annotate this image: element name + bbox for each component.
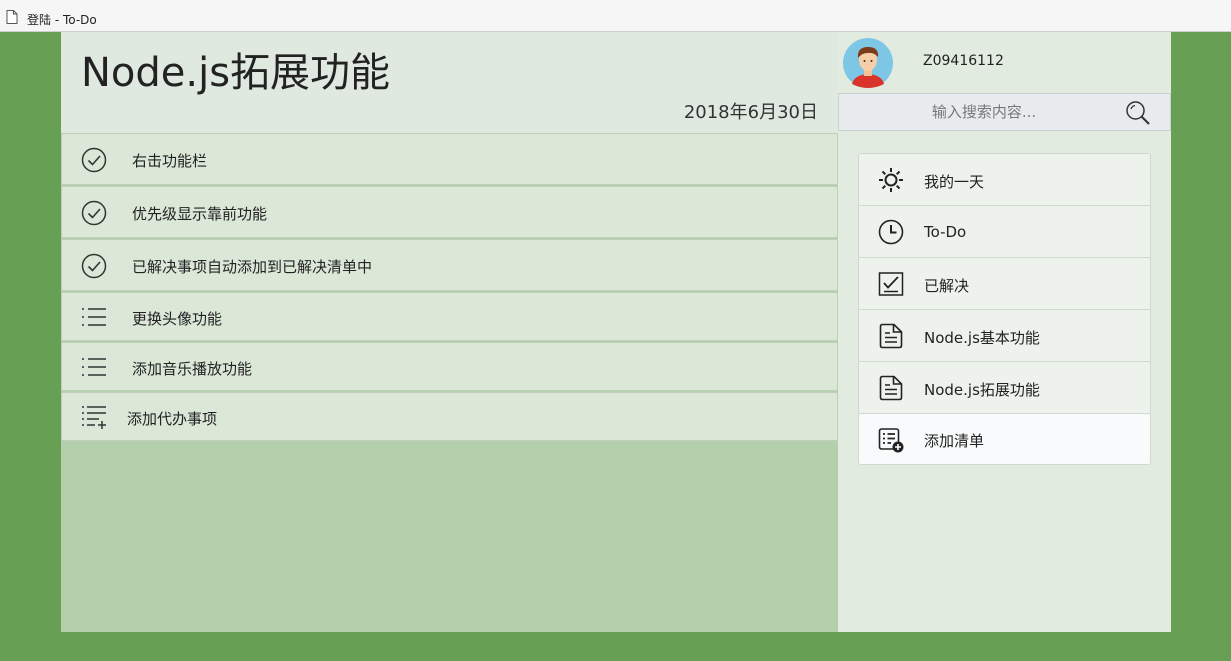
sidebar-item-todo[interactable]: To-Do xyxy=(859,206,1150,258)
task-item[interactable]: 右击功能栏 xyxy=(61,133,838,185)
add-task-label: 添加代办事项 xyxy=(127,410,218,428)
search-icon[interactable] xyxy=(1125,100,1151,126)
list-date: 2018年6月30日 xyxy=(683,102,818,123)
task-item[interactable]: 已解决事项自动添加到已解决清单中 xyxy=(61,239,838,291)
task-label: 优先级显示靠前功能 xyxy=(132,205,268,223)
list-icon xyxy=(82,358,106,376)
task-label: 更换头像功能 xyxy=(132,310,223,328)
sidebar-nav: 我的一天 To-Do 已解决 Node.js基本功能 Node.js拓展功能 xyxy=(858,153,1151,415)
sidebar: Z09416112 我的一天 xyxy=(838,32,1171,632)
task-item[interactable]: 优先级显示靠前功能 xyxy=(61,186,838,238)
sidebar-item-nodejs-basic[interactable]: Node.js基本功能 xyxy=(859,310,1150,362)
task-list: 右击功能栏 优先级显示靠前功能 已解决事项自动添加到已解决清单中 更换头像功能 … xyxy=(61,133,838,442)
sidebar-item-label: 我的一天 xyxy=(924,173,985,191)
task-label: 已解决事项自动添加到已解决清单中 xyxy=(132,258,373,276)
app: Node.js拓展功能 2018年6月30日 右击功能栏 优先级显示靠前功能 已… xyxy=(61,32,1171,632)
main-panel: Node.js拓展功能 2018年6月30日 右击功能栏 优先级显示靠前功能 已… xyxy=(61,32,838,632)
check-circle-icon[interactable] xyxy=(81,200,107,226)
clock-icon xyxy=(878,219,904,245)
sidebar-item-nodejs-extended[interactable]: Node.js拓展功能 xyxy=(859,362,1150,414)
list-icon xyxy=(82,308,106,326)
document-icon xyxy=(6,10,18,24)
add-list-icon xyxy=(878,428,904,453)
sidebar-item-resolved[interactable]: 已解决 xyxy=(859,258,1150,310)
add-list-label: 添加清单 xyxy=(924,432,985,450)
add-list-icon xyxy=(82,406,106,429)
document-icon xyxy=(879,323,903,349)
add-list-button[interactable]: 添加清单 xyxy=(858,413,1151,465)
sidebar-item-label: 已解决 xyxy=(924,277,970,295)
sidebar-item-my-day[interactable]: 我的一天 xyxy=(859,154,1150,206)
sidebar-item-label: To-Do xyxy=(924,223,967,241)
sun-icon xyxy=(879,168,903,192)
list-header: Node.js拓展功能 2018年6月30日 xyxy=(61,32,838,133)
search-input[interactable] xyxy=(839,94,1129,130)
document-icon xyxy=(879,375,903,401)
sidebar-item-label: Node.js基本功能 xyxy=(924,329,1040,347)
list-title: Node.js拓展功能 xyxy=(81,50,391,96)
check-circle-icon[interactable] xyxy=(81,253,107,279)
window-title: 登陆 - To-Do xyxy=(27,13,97,27)
add-task-button[interactable]: 添加代办事项 xyxy=(61,392,838,441)
avatar-icon[interactable] xyxy=(843,38,893,88)
username: Z09416112 xyxy=(923,53,1004,69)
task-item[interactable]: 更换头像功能 xyxy=(61,292,838,341)
task-label: 添加音乐播放功能 xyxy=(132,360,253,378)
search-box xyxy=(838,93,1171,131)
task-label: 右击功能栏 xyxy=(132,152,208,170)
check-circle-icon[interactable] xyxy=(81,147,107,173)
checklist-icon xyxy=(878,272,904,296)
task-item[interactable]: 添加音乐播放功能 xyxy=(61,342,838,391)
window-titlebar: 登陆 - To-Do xyxy=(0,0,1231,32)
sidebar-item-label: Node.js拓展功能 xyxy=(924,381,1040,399)
